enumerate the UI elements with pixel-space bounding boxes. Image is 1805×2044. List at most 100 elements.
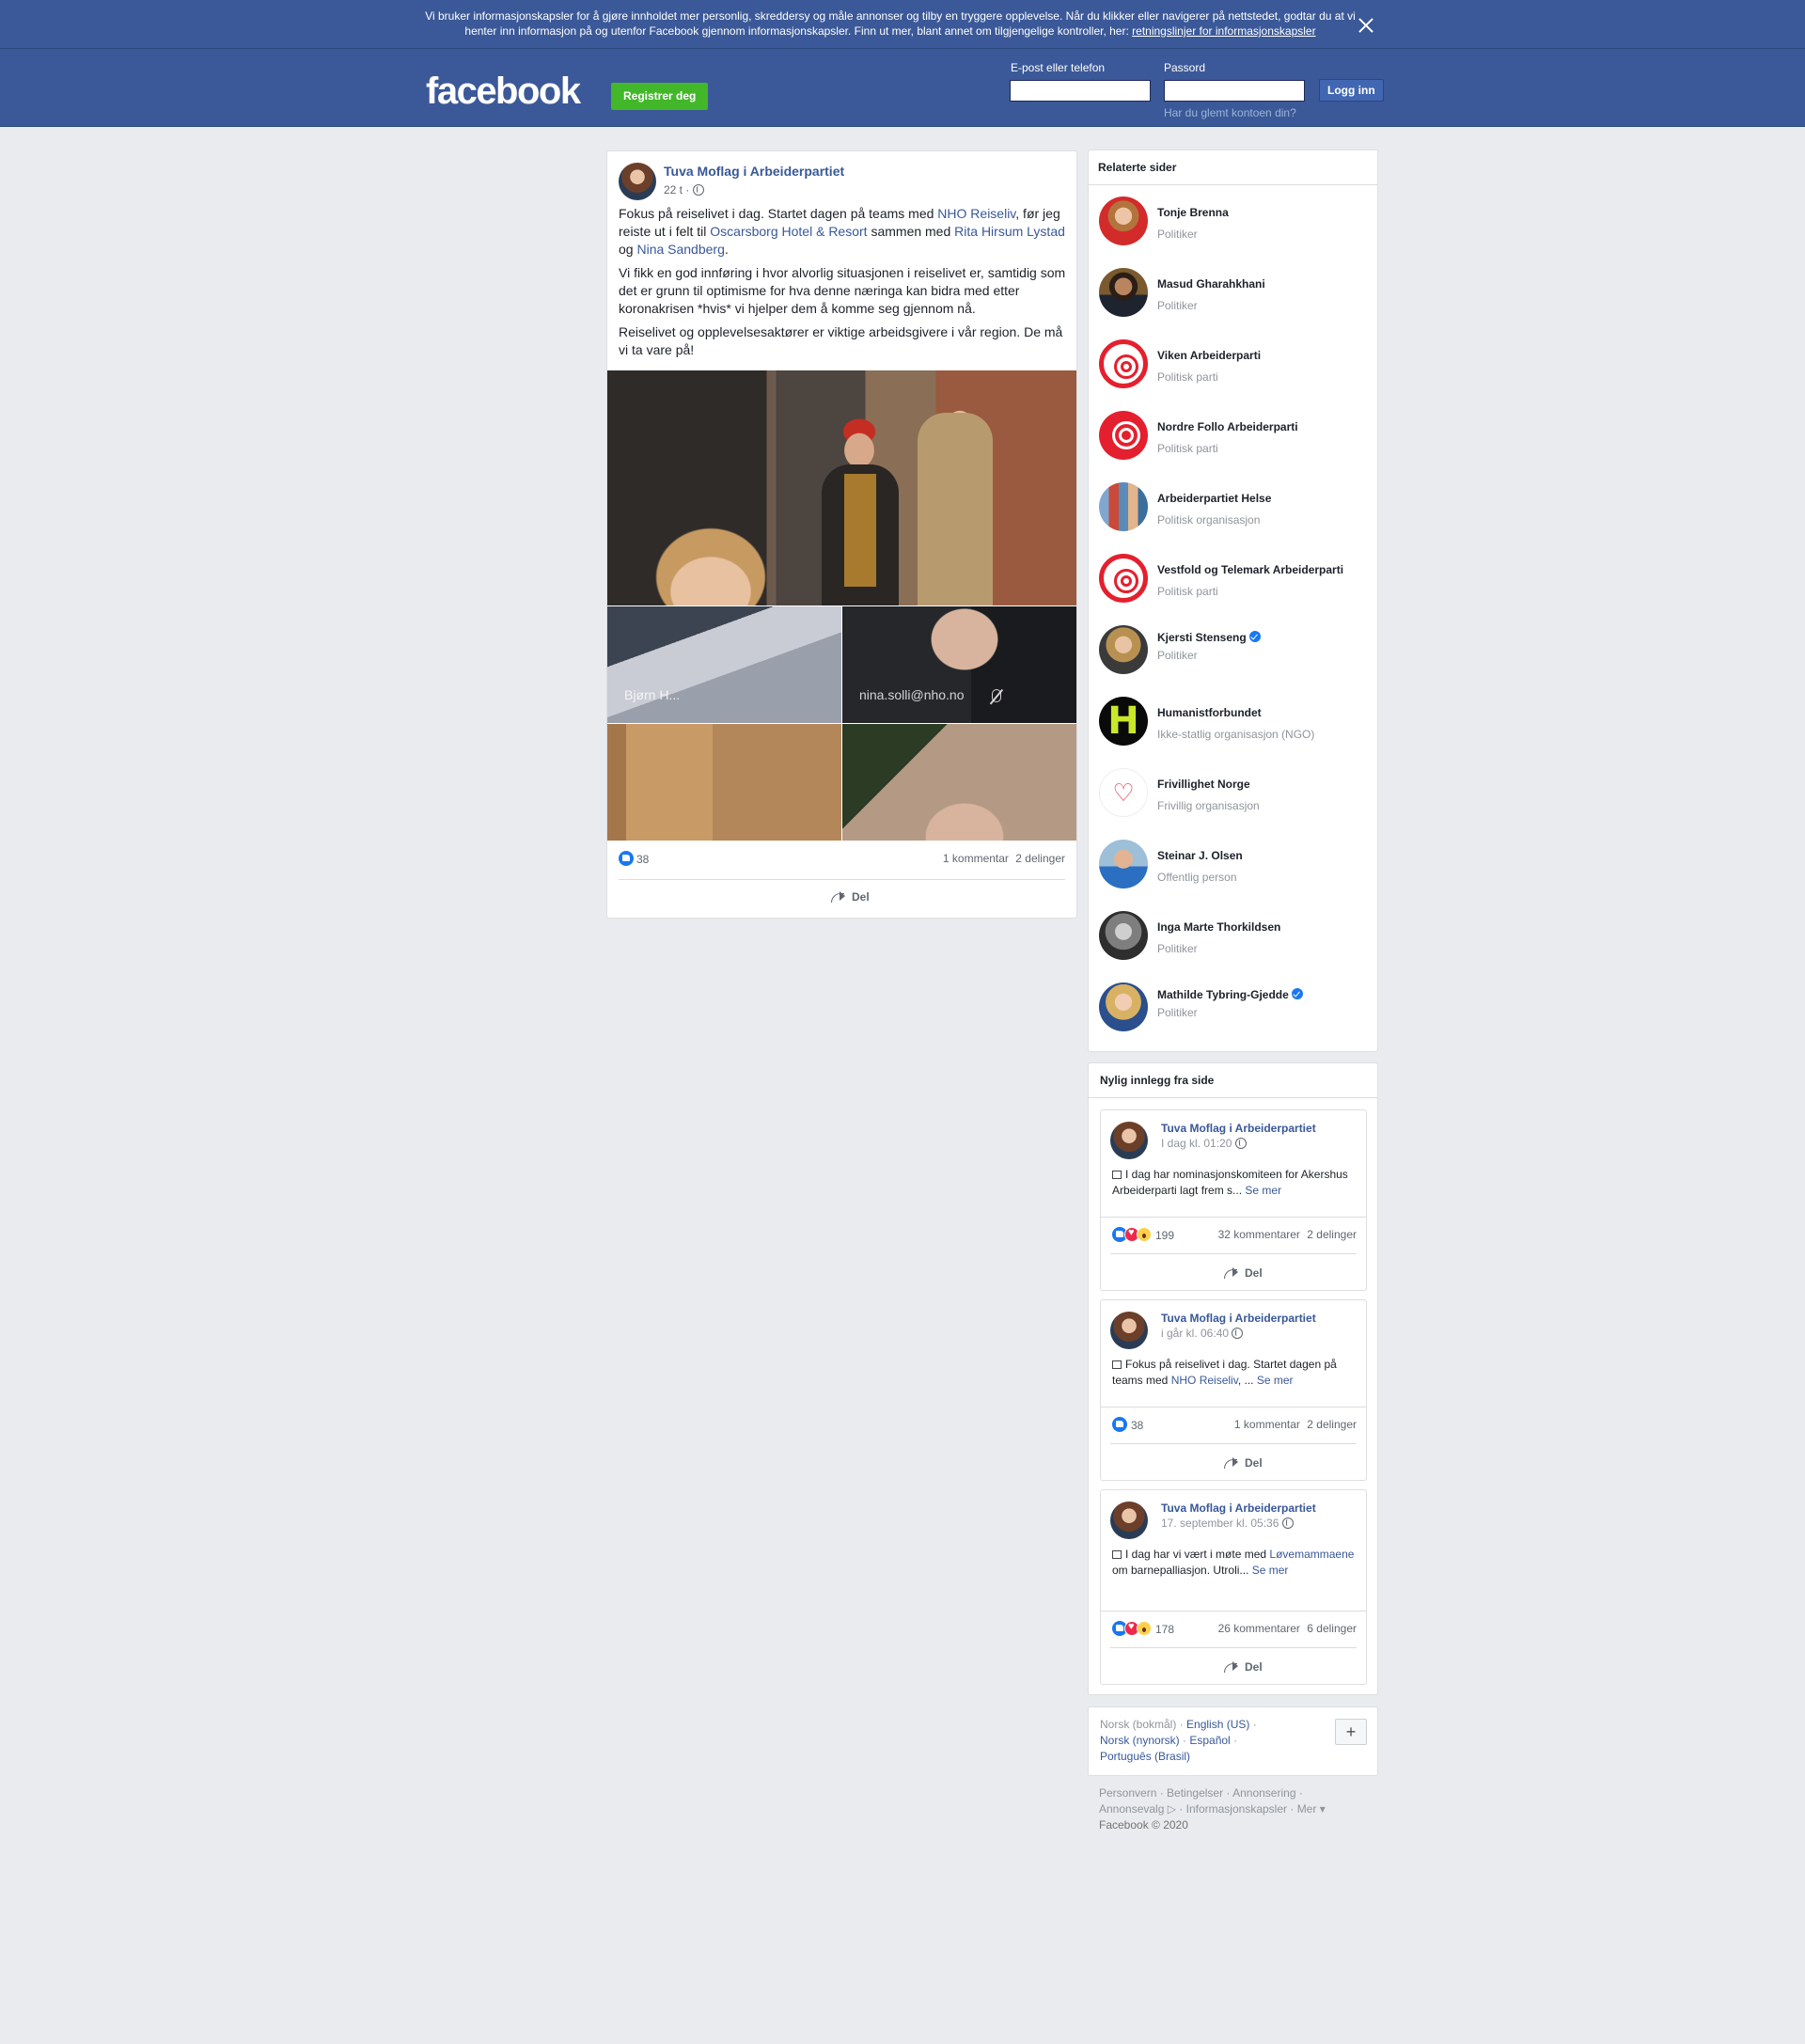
avatar[interactable] bbox=[1099, 197, 1148, 245]
nho-reiseliv-link[interactable]: NHO Reiseliv bbox=[1171, 1374, 1238, 1387]
facebook-logo[interactable]: facebook bbox=[426, 70, 581, 113]
post-time[interactable]: 17. september kl. 05:36 bbox=[1161, 1517, 1294, 1530]
comment-count[interactable]: 1 kommentar bbox=[943, 852, 1009, 865]
related-item[interactable]: Inga Marte Thorkildsen Politiker bbox=[1099, 911, 1372, 962]
divider bbox=[619, 879, 1065, 880]
password-field[interactable] bbox=[1164, 80, 1305, 102]
footer-link[interactable]: Annonsering bbox=[1232, 1786, 1295, 1800]
related-item[interactable]: H Humanistforbundet Ikke-statlig organis… bbox=[1099, 697, 1372, 747]
author-avatar[interactable] bbox=[1110, 1312, 1148, 1349]
footer-link[interactable]: Annonsevalg bbox=[1099, 1802, 1164, 1816]
footer-link[interactable]: Personvern bbox=[1099, 1786, 1156, 1800]
avatar[interactable] bbox=[1099, 911, 1148, 960]
post-author-link[interactable]: Tuva Moflag i Arbeiderpartiet bbox=[664, 164, 844, 179]
related-name[interactable]: Humanistforbundet bbox=[1157, 706, 1262, 719]
rita-link[interactable]: Rita Hirsum Lystad bbox=[954, 224, 1065, 239]
post-author-link[interactable]: Tuva Moflag i Arbeiderpartiet bbox=[1161, 1122, 1316, 1135]
avatar[interactable] bbox=[1099, 625, 1148, 674]
cookie-policy-link[interactable]: retningslinjer for informasjonskapsler bbox=[1132, 24, 1315, 38]
related-name[interactable]: Arbeiderpartiet Helse bbox=[1157, 492, 1271, 505]
see-more-link[interactable]: Se mer bbox=[1252, 1564, 1289, 1577]
avatar[interactable] bbox=[1099, 268, 1148, 317]
video-tile[interactable]: Bjørn H... bbox=[607, 606, 841, 723]
rose-logo-icon[interactable] bbox=[1099, 411, 1148, 460]
language-link[interactable]: Español bbox=[1189, 1734, 1230, 1747]
forgot-account-link[interactable]: Har du glemt kontoen din? bbox=[1164, 106, 1296, 119]
close-icon[interactable] bbox=[1354, 13, 1378, 38]
avatar[interactable] bbox=[1099, 482, 1148, 531]
related-item[interactable]: Masud Gharahkhani Politiker bbox=[1099, 268, 1372, 319]
register-button[interactable]: Registrer deg bbox=[611, 83, 709, 110]
reactions[interactable]: 199 bbox=[1112, 1227, 1174, 1242]
related-name[interactable]: Kjersti Stenseng bbox=[1157, 631, 1261, 644]
share-count[interactable]: 2 delinger bbox=[1015, 852, 1065, 865]
comment-count[interactable]: 26 kommentarer bbox=[1218, 1622, 1300, 1635]
related-name[interactable]: Viken Arbeiderparti bbox=[1157, 349, 1261, 362]
share-button[interactable]: Del bbox=[1224, 1456, 1263, 1470]
language-link[interactable]: Norsk (nynorsk) bbox=[1100, 1734, 1180, 1747]
see-more-link[interactable]: Se mer bbox=[1245, 1184, 1281, 1197]
related-item[interactable]: Vestfold og Telemark Arbeiderparti Polit… bbox=[1099, 554, 1372, 605]
oscarsborg-link[interactable]: Oscarsborg Hotel & Resort bbox=[710, 224, 867, 239]
related-name[interactable]: Tonje Brenna bbox=[1157, 206, 1229, 219]
nina-link[interactable]: Nina Sandberg bbox=[636, 242, 724, 257]
post-time[interactable]: 22 t bbox=[664, 183, 683, 197]
lovemammaene-link[interactable]: Løvemammaene bbox=[1269, 1548, 1354, 1561]
reactions[interactable]: 38 bbox=[1112, 1417, 1143, 1432]
more-languages-button[interactable]: + bbox=[1335, 1719, 1367, 1745]
see-more-link[interactable]: Se mer bbox=[1257, 1374, 1294, 1387]
related-item[interactable]: Mathilde Tybring-Gjedde Politiker bbox=[1099, 983, 1372, 1033]
video-tile[interactable] bbox=[842, 724, 1076, 841]
author-avatar[interactable] bbox=[619, 163, 656, 200]
avatar[interactable] bbox=[1099, 840, 1148, 888]
footer-link[interactable]: Informasjonskapsler bbox=[1186, 1802, 1287, 1816]
related-item[interactable]: ♡ Frivillighet Norge Frivillig organisas… bbox=[1099, 768, 1372, 819]
post-time[interactable]: I dag kl. 01:20 bbox=[1161, 1137, 1247, 1150]
related-item[interactable]: Viken Arbeiderparti Politisk parti bbox=[1099, 339, 1372, 390]
video-tile[interactable] bbox=[607, 724, 841, 841]
reactions[interactable]: 38 bbox=[619, 851, 649, 866]
video-tile[interactable]: nina.solli@nho.no bbox=[842, 606, 1076, 723]
post-author-link[interactable]: Tuva Moflag i Arbeiderpartiet bbox=[1161, 1312, 1316, 1325]
language-link[interactable]: Português (Brasil) bbox=[1100, 1750, 1190, 1763]
share-button[interactable]: Del bbox=[831, 890, 870, 904]
heart-logo-icon[interactable]: ♡ bbox=[1099, 768, 1148, 817]
related-item[interactable]: Tonje Brenna Politiker bbox=[1099, 197, 1372, 247]
related-item[interactable]: Arbeiderpartiet Helse Politisk organisas… bbox=[1099, 482, 1372, 533]
related-name[interactable]: Steinar J. Olsen bbox=[1157, 849, 1243, 862]
person-shape bbox=[918, 413, 993, 605]
avatar[interactable] bbox=[1099, 983, 1148, 1031]
footer-link[interactable]: Mer bbox=[1297, 1802, 1317, 1816]
nho-reiseliv-link[interactable]: NHO Reiseliv bbox=[937, 206, 1015, 221]
text: sammen med bbox=[867, 224, 955, 239]
related-name[interactable]: Masud Gharahkhani bbox=[1157, 277, 1265, 291]
email-field[interactable] bbox=[1010, 80, 1151, 102]
related-name[interactable]: Nordre Follo Arbeiderparti bbox=[1157, 420, 1298, 433]
photo-group[interactable] bbox=[607, 370, 1076, 605]
share-button[interactable]: Del bbox=[1224, 1660, 1263, 1674]
post-author-link[interactable]: Tuva Moflag i Arbeiderpartiet bbox=[1161, 1502, 1316, 1515]
author-avatar[interactable] bbox=[1110, 1122, 1148, 1159]
language-link[interactable]: English (US) bbox=[1186, 1718, 1249, 1731]
related-name[interactable]: Mathilde Tybring-Gjedde bbox=[1157, 988, 1303, 1001]
post-time[interactable]: i går kl. 06:40 bbox=[1161, 1327, 1244, 1340]
share-count[interactable]: 2 delinger bbox=[1307, 1228, 1357, 1241]
related-name[interactable]: Frivillighet Norge bbox=[1157, 778, 1250, 791]
footer-link[interactable]: Betingelser bbox=[1167, 1786, 1223, 1800]
rose-logo-icon[interactable] bbox=[1099, 554, 1148, 603]
rose-logo-icon[interactable] bbox=[1099, 339, 1148, 388]
related-item[interactable]: Steinar J. Olsen Offentlig person bbox=[1099, 840, 1372, 890]
comment-count[interactable]: 32 kommentarer bbox=[1218, 1228, 1300, 1241]
related-name[interactable]: Inga Marte Thorkildsen bbox=[1157, 920, 1280, 934]
reactions[interactable]: 178 bbox=[1112, 1621, 1174, 1636]
author-avatar[interactable] bbox=[1110, 1502, 1148, 1539]
share-button[interactable]: Del bbox=[1224, 1266, 1263, 1280]
related-item[interactable]: Nordre Follo Arbeiderparti Politisk part… bbox=[1099, 411, 1372, 462]
related-item[interactable]: Kjersti Stenseng Politiker bbox=[1099, 625, 1372, 676]
share-count[interactable]: 6 delinger bbox=[1307, 1622, 1357, 1635]
h-logo-icon[interactable]: H bbox=[1099, 697, 1148, 746]
share-count[interactable]: 2 delinger bbox=[1307, 1418, 1357, 1431]
login-button[interactable]: Logg inn bbox=[1319, 79, 1384, 102]
related-name[interactable]: Vestfold og Telemark Arbeiderparti bbox=[1157, 563, 1343, 576]
comment-count[interactable]: 1 kommentar bbox=[1234, 1418, 1300, 1431]
